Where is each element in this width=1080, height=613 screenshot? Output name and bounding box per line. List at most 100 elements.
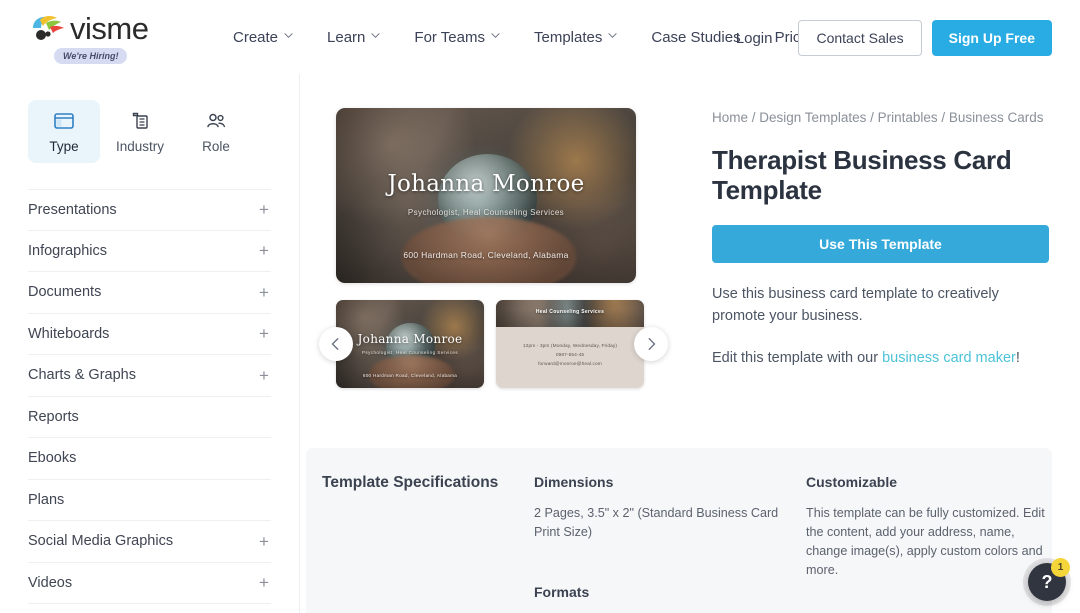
thumbnail-page-2[interactable]: Heal Counseling Services 12pm - 3pm (Mon…	[496, 300, 644, 388]
sidebar-item-whiteboards[interactable]: Whiteboards +	[28, 314, 271, 355]
facet-tab-role[interactable]: Role	[180, 100, 252, 163]
nav-item-for-teams[interactable]: For Teams	[397, 21, 517, 54]
facet-label: Role	[202, 139, 230, 154]
specs-heading: Template Specifications	[322, 474, 499, 491]
card-address-text: 600 Hardman Road, Cleveland, Alabama	[403, 250, 569, 261]
card-subtitle-text: Psychologist, Heal Counseling Services	[407, 207, 565, 217]
people-icon	[205, 110, 227, 132]
nav-label: For Teams	[414, 28, 485, 46]
chevron-down-icon	[284, 31, 293, 40]
login-link[interactable]: Login	[718, 22, 791, 55]
plus-icon[interactable]: +	[257, 201, 271, 218]
visme-bird-logo-icon	[30, 14, 66, 44]
help-notification-badge[interactable]: 1	[1051, 558, 1070, 577]
facet-tab-industry[interactable]: Industry	[104, 100, 176, 163]
category-label: Plans	[28, 491, 65, 508]
card-back-title-text: Heal Counseling Services	[535, 309, 605, 315]
business-card-front-preview[interactable]: Johanna Monroe Psychologist, Heal Counse…	[336, 108, 636, 283]
card-back-email-text: forward@monroe@heal.com	[538, 362, 602, 367]
question-mark-icon: ?	[1041, 571, 1053, 592]
page-title: Therapist Business Card Template	[712, 145, 1012, 205]
sidebar-item-charts-graphs[interactable]: Charts & Graphs +	[28, 355, 271, 397]
plus-icon[interactable]: +	[257, 367, 271, 384]
plus-icon[interactable]: +	[257, 242, 271, 259]
header-actions: Login Contact Sales Sign Up Free	[718, 20, 1052, 56]
card-name-text: Johanna Monroe	[357, 331, 463, 346]
category-label: Infographics	[28, 242, 107, 259]
nav-label: Create	[233, 28, 279, 46]
nav-label: Templates	[533, 28, 603, 46]
facet-label: Industry	[115, 139, 165, 154]
chevron-right-icon	[648, 338, 656, 350]
sidebar-item-plans[interactable]: Plans	[28, 480, 271, 521]
facet-tabs: Type Industry Role	[28, 100, 271, 163]
breadcrumb-item-design-templates[interactable]: Design Templates	[759, 110, 866, 125]
use-this-template-button[interactable]: Use This Template	[712, 225, 1049, 263]
facet-tab-type[interactable]: Type	[28, 100, 100, 163]
customizable-value: This template can be fully customized. E…	[806, 506, 1045, 577]
category-label: Charts & Graphs	[28, 367, 136, 384]
specs-heading-column: Template Specifications	[322, 474, 534, 613]
sign-up-free-button[interactable]: Sign Up Free	[931, 20, 1052, 56]
plus-icon[interactable]: +	[257, 574, 271, 591]
nav-item-learn[interactable]: Learn	[310, 21, 397, 54]
card-back-hours-text: 12pm - 3pm (Monday, Wednesday, Friday)	[522, 344, 618, 349]
dimensions-label: Dimensions	[534, 474, 614, 490]
logo[interactable]: visme We're Hiring!	[30, 11, 178, 64]
window-icon	[53, 110, 75, 132]
card-subtitle-text: Psychologist, Heal Counseling Services	[361, 350, 459, 356]
sidebar-item-ebooks[interactable]: Ebooks	[28, 438, 271, 480]
category-list: Presentations + Infographics + Documents…	[28, 189, 271, 604]
category-label: Social Media Graphics	[28, 533, 174, 550]
chevron-left-icon	[331, 338, 339, 350]
sidebar-item-documents[interactable]: Documents +	[28, 272, 271, 314]
sidebar-item-social-media-graphics[interactable]: Social Media Graphics +	[28, 521, 271, 563]
formats-label: Formats	[534, 584, 590, 600]
breadcrumb: Home / Design Templates / Printables / B…	[712, 108, 1052, 127]
carousel-next-button[interactable]	[634, 327, 668, 361]
edit-suffix-text: !	[1015, 350, 1020, 366]
contact-sales-button[interactable]: Contact Sales	[798, 20, 922, 56]
nav-item-templates[interactable]: Templates	[517, 21, 634, 54]
plus-icon[interactable]: +	[257, 325, 271, 342]
template-details: Home / Design Templates / Printables / B…	[712, 108, 1052, 369]
edit-prefix-text: Edit this template with our	[712, 350, 883, 366]
template-preview: Johanna Monroe Psychologist, Heal Counse…	[306, 74, 686, 434]
card-name-text: Johanna Monroe	[387, 171, 585, 197]
sidebar-item-reports[interactable]: Reports	[28, 397, 271, 438]
breadcrumb-sep: /	[937, 110, 949, 125]
sidebar-item-presentations[interactable]: Presentations +	[28, 189, 271, 231]
edit-template-line: Edit this template with our business car…	[712, 347, 1052, 369]
nav-item-create[interactable]: Create	[216, 21, 310, 54]
category-label: Videos	[28, 574, 73, 591]
thumbnail-page-1[interactable]: Johanna Monroe Psychologist, Heal Counse…	[336, 300, 484, 388]
plus-icon[interactable]: +	[257, 284, 271, 301]
category-label: Reports	[28, 408, 79, 425]
category-label: Ebooks	[28, 450, 77, 467]
site-header: visme We're Hiring! Create Learn For Tea…	[0, 0, 1080, 74]
carousel-prev-button[interactable]	[319, 327, 353, 361]
filter-sidebar: Type Industry Role Presentations + Infog…	[0, 74, 300, 613]
template-specifications-panel: Template Specifications Dimensions 2 Pag…	[306, 448, 1052, 613]
building-icon	[129, 110, 151, 132]
category-label: Whiteboards	[28, 325, 110, 342]
breadcrumb-item-printables[interactable]: Printables	[878, 110, 938, 125]
facet-label: Type	[49, 139, 79, 154]
logo-row: visme	[30, 11, 178, 46]
brand-name: visme	[70, 11, 149, 46]
chevron-down-icon	[491, 31, 500, 40]
specs-dimensions-column: Dimensions 2 Pages, 3.5" x 2" (Standard …	[534, 474, 806, 613]
business-card-maker-link[interactable]: business card maker	[882, 350, 1016, 366]
template-description: Use this business card template to creat…	[712, 286, 999, 324]
hiring-badge[interactable]: We're Hiring!	[54, 48, 128, 64]
breadcrumb-item-business-cards[interactable]: Business Cards	[949, 110, 1044, 125]
card-back-details: 12pm - 3pm (Monday, Wednesday, Friday) 0…	[496, 342, 644, 369]
sidebar-item-videos[interactable]: Videos +	[28, 563, 271, 604]
thumbnail-carousel: Johanna Monroe Psychologist, Heal Counse…	[319, 300, 668, 388]
dimensions-value: 2 Pages, 3.5" x 2" (Standard Business Ca…	[534, 506, 779, 539]
breadcrumb-item-home[interactable]: Home	[712, 110, 748, 125]
card-address-text: 600 Hardman Road, Cleveland, Alabama	[362, 373, 458, 379]
breadcrumb-sep: /	[866, 110, 878, 125]
plus-icon[interactable]: +	[257, 533, 271, 550]
sidebar-item-infographics[interactable]: Infographics +	[28, 231, 271, 272]
